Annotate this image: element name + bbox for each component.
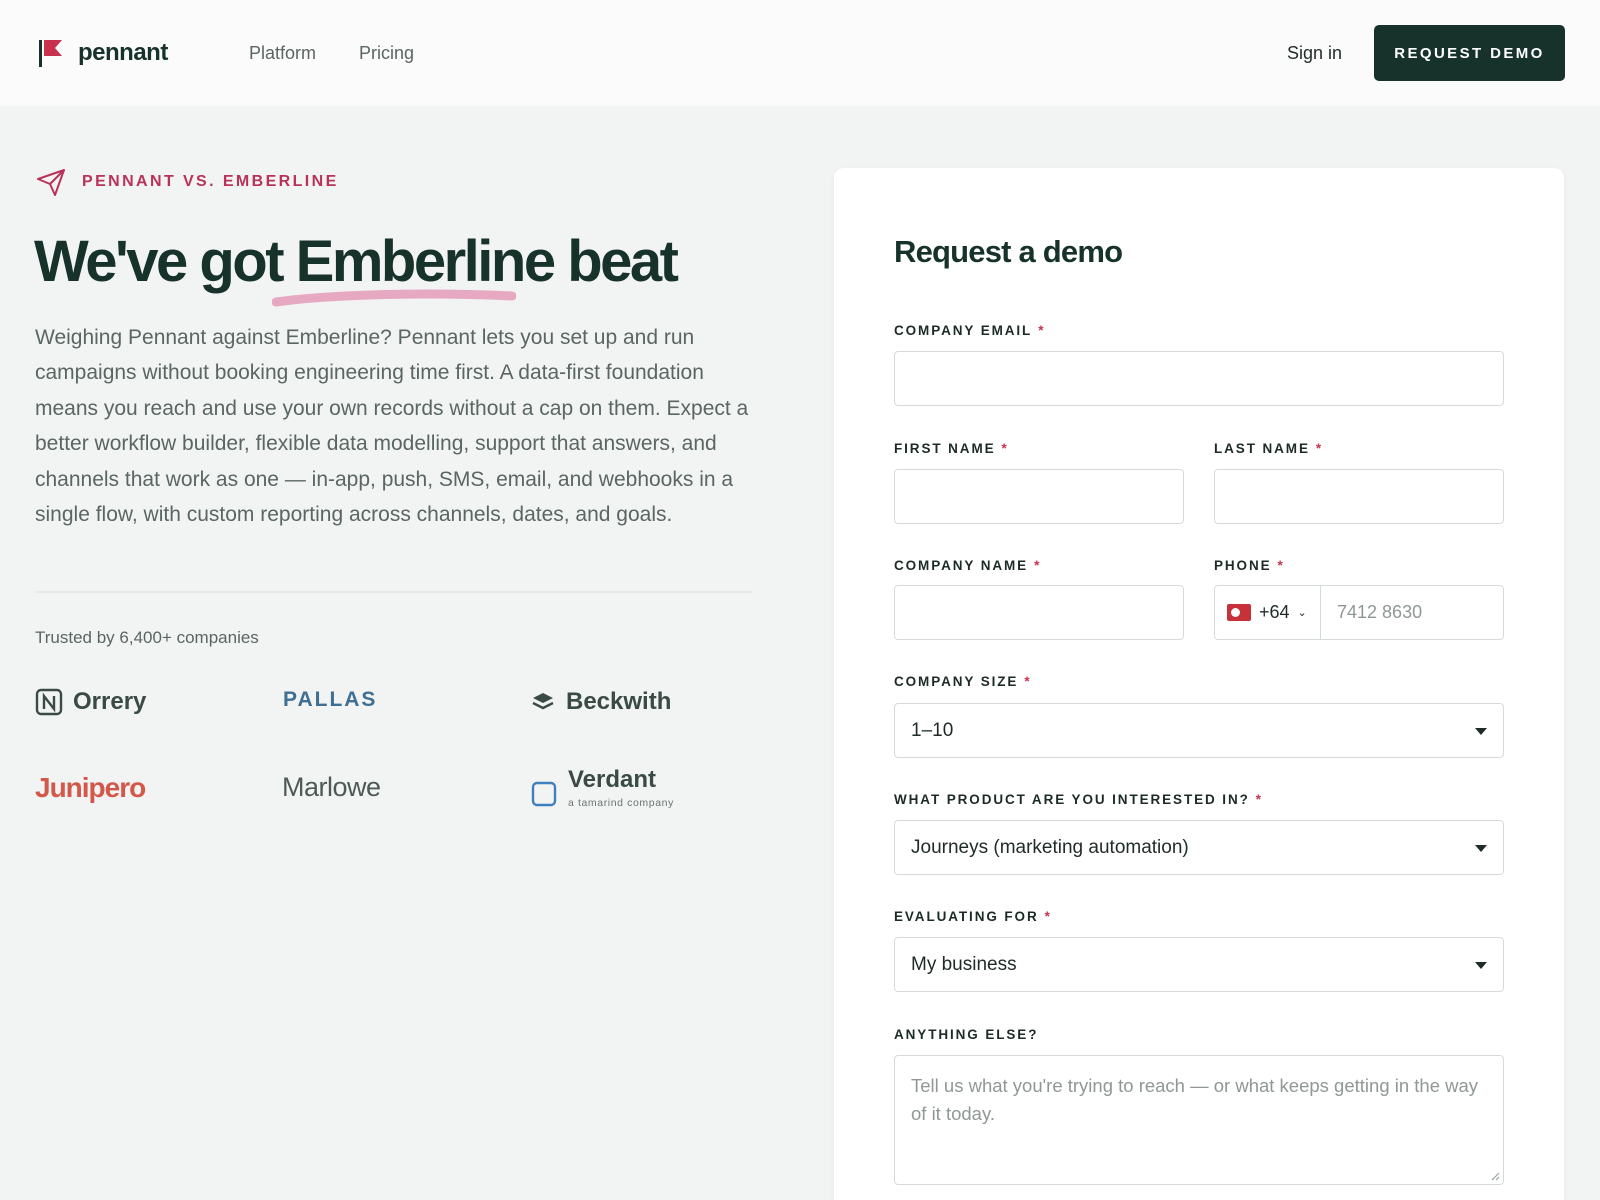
brand-name: pennant — [78, 39, 168, 66]
pennant-flag-icon — [39, 40, 62, 67]
logo-pallas: PALLAS — [283, 688, 377, 712]
orrery-mark-icon — [35, 688, 63, 716]
country-code: +64 — [1259, 602, 1290, 622]
last-name-label: LAST NAME * — [1214, 441, 1323, 456]
company-email-input[interactable] — [894, 351, 1504, 406]
required-mark: * — [1277, 558, 1285, 573]
eyebrow-text: PENNANT VS. EMBERLINE — [82, 173, 339, 190]
company-size-select[interactable]: 1–10 — [894, 703, 1504, 758]
required-mark: * — [1038, 323, 1046, 338]
hero-body: Weighing Pennant against Emberline? Penn… — [35, 326, 749, 527]
logo-beckwith-text: Beckwith — [566, 688, 672, 715]
company-size-label: COMPANY SIZE * — [894, 674, 1031, 689]
caret-down-icon — [1475, 962, 1487, 969]
product-label-text: WHAT PRODUCT ARE YOU INTERESTED IN? — [894, 792, 1250, 807]
anything-else-label: ANYTHING ELSE? — [894, 1027, 1039, 1042]
country-flag-icon — [1227, 604, 1251, 621]
divider — [35, 591, 753, 593]
last-name-input[interactable] — [1214, 469, 1504, 524]
first-name-input[interactable] — [894, 469, 1184, 524]
country-code-select[interactable]: +64 ⌄ — [1215, 586, 1321, 639]
company-name-input[interactable] — [894, 585, 1184, 640]
anything-else-placeholder: Tell us what you're trying to reach — or… — [911, 1075, 1479, 1124]
company-email-label-text: COMPANY EMAIL — [894, 323, 1033, 338]
phone-input[interactable]: 7412 8630 — [1321, 586, 1422, 639]
required-mark: * — [1034, 558, 1042, 573]
sign-in-link[interactable]: Sign in — [1287, 43, 1342, 64]
eyebrow: PENNANT VS. EMBERLINE — [36, 168, 339, 196]
nav-platform[interactable]: Platform — [249, 43, 316, 64]
brand-logo[interactable]: pennant — [38, 38, 168, 68]
first-name-label-text: FIRST NAME — [894, 441, 996, 456]
evaluating-for-label-text: EVALUATING FOR — [894, 909, 1039, 924]
evaluating-for-label: EVALUATING FOR * — [894, 909, 1052, 924]
title-underline-decoration — [272, 289, 516, 307]
caret-down-icon — [1475, 728, 1487, 735]
nav-pricing[interactable]: Pricing — [359, 43, 414, 64]
chevron-down-icon: ⌄ — [1297, 607, 1307, 619]
logo-marlowe: Marlowe — [282, 772, 381, 803]
phone-field: +64 ⌄ 7412 8630 — [1214, 585, 1504, 640]
last-name-label-text: LAST NAME — [1214, 441, 1310, 456]
logo-verdant-text: Verdant — [568, 766, 657, 793]
product-value: Journeys (marketing automation) — [911, 836, 1189, 858]
required-mark: * — [1315, 441, 1324, 456]
required-mark: * — [1255, 792, 1263, 807]
required-mark: * — [1044, 909, 1052, 924]
beckwith-stack-icon — [532, 693, 554, 710]
logo-orrery: Orrery — [35, 688, 146, 716]
caret-down-icon — [1475, 845, 1487, 852]
logo-marlowe-text: Marlowe — [282, 772, 381, 802]
logo-orrery-text: Orrery — [73, 688, 147, 715]
logo-pallas-text: PALLAS — [283, 688, 378, 711]
phone-label-text: PHONE — [1214, 558, 1272, 573]
company-size-value: 1–10 — [911, 719, 954, 741]
paper-plane-icon — [37, 169, 65, 196]
required-mark: * — [1024, 674, 1032, 689]
form-title: Request a demo — [894, 234, 1123, 269]
trusted-label: Trusted by 6,400+ companies — [35, 628, 259, 647]
logo-verdant-subtext: a tamarind company — [568, 797, 674, 809]
logo-junipero-text: Junipero — [35, 772, 146, 803]
required-mark: * — [1001, 441, 1009, 456]
verdant-square-icon — [531, 781, 557, 806]
site-header: pennant Platform Pricing Sign in REQUEST… — [0, 0, 1600, 106]
product-select[interactable]: Journeys (marketing automation) — [894, 820, 1504, 875]
evaluating-for-select[interactable]: My business — [894, 937, 1504, 992]
company-name-label: COMPANY NAME * — [894, 558, 1041, 573]
logo-verdant: Verdant a tamarind company — [531, 766, 674, 809]
resize-handle-icon[interactable] — [1490, 1171, 1500, 1181]
anything-else-textarea[interactable]: Tell us what you're trying to reach — or… — [894, 1055, 1504, 1185]
logo-junipero: Junipero — [35, 772, 146, 804]
hero-title: We've got Emberline beat — [34, 229, 679, 294]
company-size-label-text: COMPANY SIZE — [894, 674, 1019, 689]
first-name-label: FIRST NAME * — [894, 441, 1009, 456]
company-email-label: COMPANY EMAIL * — [894, 323, 1045, 338]
evaluating-for-value: My business — [911, 953, 1017, 975]
company-name-label-text: COMPANY NAME — [894, 558, 1029, 573]
logo-beckwith: Beckwith — [532, 688, 671, 716]
phone-label: PHONE * — [1214, 558, 1285, 573]
request-demo-button[interactable]: REQUEST DEMO — [1374, 25, 1565, 81]
product-label: WHAT PRODUCT ARE YOU INTERESTED IN? * — [894, 792, 1263, 807]
